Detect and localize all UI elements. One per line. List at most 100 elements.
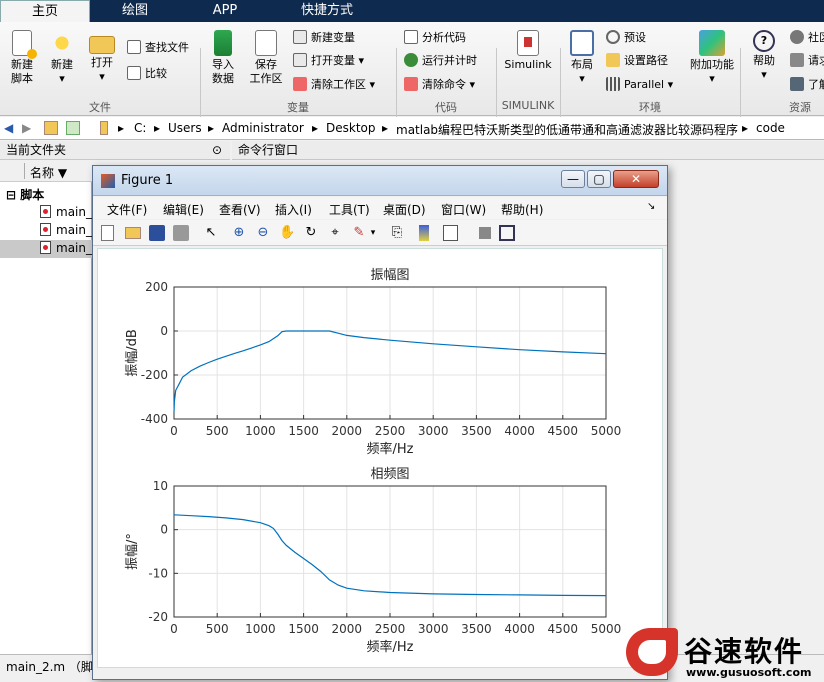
new-script-icon	[12, 30, 37, 59]
breadcrumb-code[interactable]: code	[756, 121, 785, 135]
add-ons-button[interactable]: 附加功能 ▾	[686, 30, 738, 86]
analyze-code-button[interactable]: 分析代码	[404, 30, 466, 46]
clear-workspace-button[interactable]: 清除工作区 ▾	[293, 77, 375, 93]
breadcrumb-project-folder[interactable]: matlab编程巴特沃斯类型的低通带通和高通滤波器比较源码程序	[396, 121, 738, 138]
panel-menu-icon[interactable]: ⊙	[212, 141, 222, 159]
save-icon[interactable]	[149, 225, 165, 241]
breadcrumb-administrator[interactable]: Administrator	[222, 121, 304, 135]
link-plot-icon[interactable]: ⎘	[389, 225, 405, 241]
request-label: 请求	[808, 54, 824, 67]
tab-plots[interactable]: 绘图	[92, 0, 178, 22]
file-list-item[interactable]: main_	[40, 223, 92, 237]
menu-file[interactable]: 文件(F)	[107, 201, 147, 218]
menu-tools[interactable]: 工具(T)	[329, 201, 370, 218]
simulink-button[interactable]: Simulink	[500, 30, 556, 72]
find-files-label: 查找文件	[145, 41, 189, 54]
back-arrow-icon[interactable]: ◀	[4, 121, 13, 135]
open-button[interactable]: 打开 ▾	[84, 30, 120, 84]
zoom-in-icon[interactable]: ⊕	[231, 225, 247, 241]
browse-folder-icon[interactable]	[66, 121, 80, 135]
show-plot-tools-icon[interactable]	[499, 225, 515, 241]
new-variable-button[interactable]: 新建变量	[293, 30, 355, 46]
current-folder-title: 当前文件夹	[6, 143, 67, 157]
community-button[interactable]: 社区	[790, 30, 824, 46]
plot-canvas[interactable]: 0 500 1000 1500 2000 2500 3000 3500 4000 4500 5000…	[97, 248, 663, 668]
gear-icon	[606, 30, 620, 44]
data-cursor-icon[interactable]: ⌖	[327, 225, 343, 241]
preferences-button[interactable]: 预设	[606, 30, 646, 46]
layout-button[interactable]: 布局 ▾	[564, 30, 600, 86]
menu-window[interactable]: 窗口(W)	[441, 201, 486, 218]
legend-icon[interactable]	[443, 225, 458, 241]
command-window-title: 命令行窗口	[238, 143, 299, 157]
tab-apps[interactable]: APP	[182, 0, 268, 22]
open-file-icon[interactable]	[125, 227, 141, 239]
parallel-icon	[606, 77, 620, 91]
save-workspace-button[interactable]: 保存 工作区	[246, 30, 286, 86]
pan-hand-icon[interactable]: ✋	[279, 225, 295, 241]
tree-group-scripts[interactable]: ⊟ 脚本	[6, 186, 44, 203]
parallel-label: Parallel	[624, 78, 665, 91]
rotate-3d-icon[interactable]: ↻	[303, 225, 319, 241]
save-workspace-label: 保存 工作区	[249, 58, 283, 85]
x-tick-label: 2500	[375, 622, 406, 636]
group-label-resources: 资源	[789, 101, 811, 114]
menu-edit[interactable]: 编辑(E)	[163, 201, 204, 218]
tab-home[interactable]: 主页	[0, 0, 90, 22]
chevron-down-icon: ▾	[667, 78, 674, 91]
minimize-button[interactable]: —	[561, 170, 585, 188]
breadcrumb-drive[interactable]: C:	[134, 121, 146, 135]
new-figure-icon[interactable]	[101, 225, 114, 241]
find-files-button[interactable]: 查找文件	[127, 40, 189, 56]
zoom-out-icon[interactable]: ⊖	[255, 225, 271, 241]
x-tick-label: 0	[170, 424, 178, 438]
tree-group-label: 脚本	[20, 188, 45, 202]
maximize-button[interactable]: ▢	[587, 170, 611, 188]
file-list-item-selected[interactable]: main_	[0, 240, 92, 258]
breadcrumb-desktop[interactable]: Desktop	[326, 121, 376, 135]
pointer-arrow-icon[interactable]: ↖	[203, 225, 219, 241]
colorbar-icon[interactable]	[419, 225, 429, 241]
menu-desktop[interactable]: 桌面(D)	[383, 201, 426, 218]
set-path-button[interactable]: 设置路径	[606, 53, 668, 69]
hide-plot-tools-icon[interactable]	[479, 227, 491, 239]
chevron-down-icon: ▾	[99, 70, 105, 83]
compare-button[interactable]: 比较	[127, 66, 167, 82]
clear-commands-label: 清除命令	[422, 78, 466, 91]
file-list-header: 名称 ▼	[0, 160, 92, 182]
layout-icon	[570, 30, 594, 56]
open-variable-button[interactable]: 打开变量 ▾	[293, 53, 364, 69]
clear-commands-button[interactable]: 清除命令 ▾	[404, 77, 475, 93]
menu-view[interactable]: 查看(V)	[219, 201, 261, 218]
learn-button[interactable]: 了解	[790, 77, 824, 93]
collapse-icon[interactable]: ⊟	[6, 188, 16, 202]
up-folder-icon[interactable]	[44, 121, 58, 135]
tab-shortcuts[interactable]: 快捷方式	[272, 0, 382, 22]
menu-help[interactable]: 帮助(H)	[501, 201, 543, 218]
file-name: main_	[56, 205, 92, 219]
import-data-button[interactable]: 导入 数据	[204, 30, 242, 86]
new-script-button[interactable]: 新建 脚本	[4, 30, 40, 86]
community-label: 社区	[808, 31, 824, 44]
run-and-time-button[interactable]: 运行并计时	[404, 53, 477, 69]
community-icon	[790, 30, 804, 44]
column-divider	[24, 163, 25, 179]
forward-arrow-icon[interactable]: ▶	[22, 121, 31, 135]
print-icon[interactable]	[173, 225, 189, 241]
breadcrumb-users[interactable]: Users	[168, 121, 202, 135]
figure-title-bar[interactable]: Figure 1 — ▢ ✕	[93, 166, 667, 196]
parallel-button[interactable]: Parallel ▾	[606, 77, 673, 93]
name-column-header[interactable]: 名称 ▼	[30, 164, 67, 181]
help-button[interactable]: ? 帮助 ▾	[746, 30, 782, 82]
clear-workspace-icon	[293, 77, 307, 91]
request-support-button[interactable]: 请求	[790, 53, 824, 69]
menu-insert[interactable]: 插入(I)	[275, 201, 312, 218]
new-button[interactable]: 新建 ▾	[44, 30, 80, 86]
chevron-down-icon[interactable]: ▾	[365, 225, 381, 241]
close-button[interactable]: ✕	[613, 170, 659, 188]
figure-window[interactable]: Figure 1 — ▢ ✕ 文件(F) 编辑(E) 查看(V) 插入(I) 工…	[92, 165, 668, 680]
file-list-item[interactable]: main_	[40, 205, 92, 219]
x-tick-label: 500	[206, 424, 229, 438]
file-name: main_	[56, 241, 92, 255]
dock-arrow-icon[interactable]: ↘	[647, 201, 655, 212]
